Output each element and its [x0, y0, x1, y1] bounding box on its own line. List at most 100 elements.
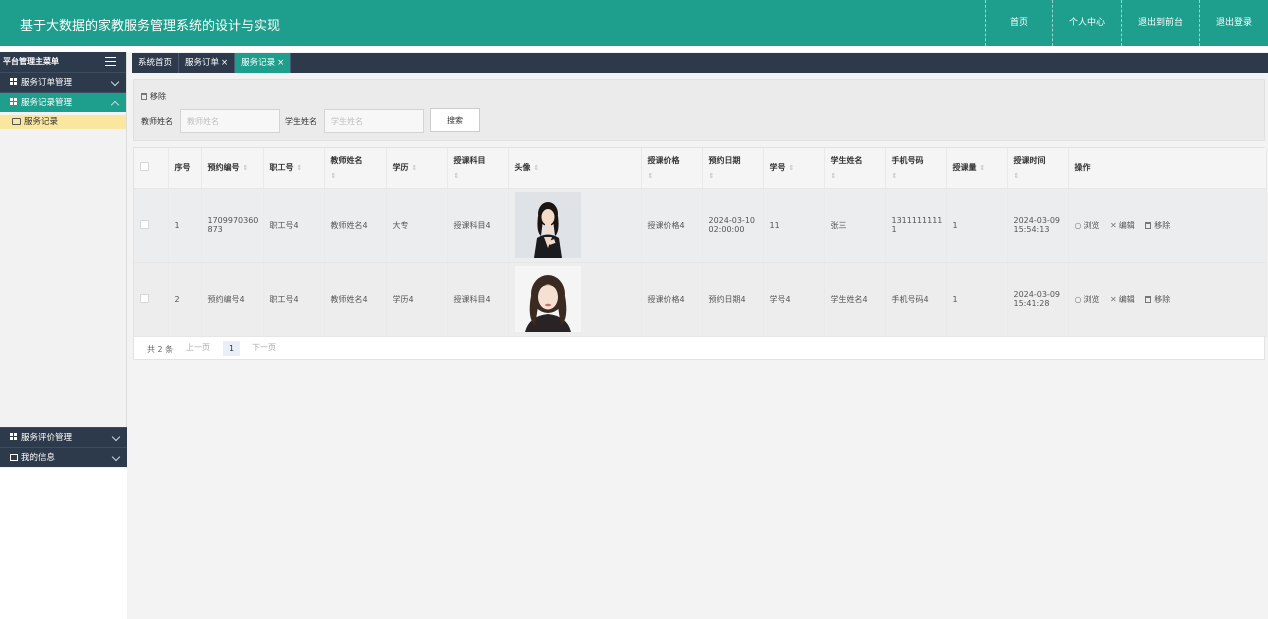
cell-time: 2024-03-09 15:41:28	[1007, 262, 1069, 337]
app-title: 基于大数据的家教服务管理系统的设计与实现	[20, 19, 281, 34]
nav-logout[interactable]: 退出登录	[1198, 0, 1268, 46]
view-button[interactable]: ○ 浏览	[1075, 294, 1100, 305]
cell-student: 学生姓名4	[824, 262, 886, 337]
col-header[interactable]: 授课科目 ⇕	[447, 148, 509, 189]
tab-system-home[interactable]: 系统首页	[132, 53, 180, 73]
sort-icon: ⇕	[830, 172, 837, 181]
edit-icon: ✕	[1110, 294, 1117, 304]
sidebar-item-label: 我的信息	[21, 453, 56, 463]
cell-student-no: 学号4	[763, 262, 825, 337]
row-select-cell	[134, 262, 169, 337]
grid-icon	[10, 98, 18, 106]
sort-icon: ⇕	[533, 164, 540, 173]
sort-icon: ⇕	[242, 164, 249, 173]
remove-button[interactable]: 移除	[1145, 294, 1170, 305]
cell-education: 学历4	[386, 262, 448, 337]
edit-icon: ✕	[1110, 220, 1117, 230]
nav-home[interactable]: 首页	[984, 0, 1052, 46]
cell-index: 1	[168, 188, 202, 263]
folder-icon	[12, 118, 21, 125]
edit-button[interactable]: ✕ 编辑	[1110, 220, 1135, 231]
sort-icon: ⇕	[891, 172, 898, 181]
cell-booking-no: 预约编号4	[201, 262, 264, 337]
col-header[interactable]: 学生姓名 ⇕	[824, 148, 886, 189]
header-divider	[0, 46, 1268, 52]
sort-icon: ⇕	[647, 172, 654, 181]
cell-subject: 授课科目4	[447, 188, 509, 263]
search-icon: ○	[1074, 294, 1082, 304]
cell-teacher: 教师姓名4	[324, 188, 387, 263]
edit-button[interactable]: ✕ 编辑	[1110, 294, 1135, 305]
page-number-button[interactable]: 1	[223, 341, 240, 356]
bulk-remove-button[interactable]: 移除	[141, 91, 166, 102]
sidebar-item-record-management[interactable]: 服务记录管理	[0, 92, 126, 112]
cell-phone: 手机号码4	[885, 262, 947, 337]
next-page-button[interactable]: 下一页	[252, 342, 276, 353]
col-header[interactable]: 授课时间 ⇕	[1007, 148, 1069, 189]
sort-icon: ⇕	[1013, 172, 1020, 181]
cell-time: 2024-03-09 15:54:13	[1007, 188, 1069, 263]
teacher-name-input[interactable]	[180, 109, 280, 133]
row-checkbox[interactable]	[140, 219, 149, 229]
sort-icon: ⇕	[330, 172, 337, 181]
cell-education: 大专	[386, 188, 448, 263]
view-button[interactable]: ○ 浏览	[1075, 220, 1100, 231]
menu-toggle-icon[interactable]	[105, 57, 116, 66]
close-icon[interactable]: ×	[277, 58, 284, 68]
sidebar-item-label: 服务记录管理	[21, 98, 73, 108]
sidebar-bottom-groups: 服务评价管理 我的信息	[0, 427, 127, 467]
sort-icon: ⇕	[453, 172, 460, 181]
pagination-total: 共 2 条	[147, 345, 174, 354]
trash-icon	[141, 93, 147, 100]
tab-service-records[interactable]: 服务记录 ×	[235, 53, 292, 73]
cell-avatar	[508, 188, 642, 263]
cell-staff-no: 职工号4	[263, 188, 325, 263]
col-header[interactable]: 头像 ⇕	[508, 148, 642, 189]
cell-avatar	[508, 262, 642, 337]
records-table: 序号 预约编号 ⇕ 职工号 ⇕ 教师姓名 ⇕ 学历 ⇕ 授课科目 ⇕ 头像 ⇕ 授课价格 ⇕ …	[134, 148, 1267, 337]
sidebar-subitem-records[interactable]: 服务记录	[0, 115, 126, 129]
select-all-checkbox[interactable]	[140, 162, 149, 172]
cell-price: 授课价格4	[641, 262, 703, 337]
table-row: 2 预约编号4 职工号4 教师姓名4 学历4 授课科目4 授课价格4 预约日期4…	[134, 262, 1267, 337]
tab-service-orders[interactable]: 服务订单 ×	[179, 53, 236, 73]
col-header: 序号	[168, 148, 202, 189]
search-button[interactable]: 搜索	[430, 108, 480, 132]
col-header[interactable]: 授课价格 ⇕	[641, 148, 703, 189]
col-header[interactable]: 学历 ⇕	[386, 148, 448, 189]
col-header[interactable]: 教师姓名 ⇕	[324, 148, 387, 189]
cell-price: 授课价格4	[641, 188, 703, 263]
col-header[interactable]: 学号 ⇕	[763, 148, 825, 189]
sort-icon: ⇕	[411, 164, 418, 173]
sidebar-item-order-management[interactable]: 服务订单管理	[0, 72, 126, 92]
remove-button[interactable]: 移除	[1145, 220, 1170, 231]
nav-front[interactable]: 退出到前台	[1120, 0, 1199, 46]
table-row: 1 1709970360873 职工号4 教师姓名4 大专 授课科目4 授课价格…	[134, 188, 1267, 263]
student-name-input[interactable]	[324, 109, 424, 133]
sort-icon: ⇕	[296, 164, 303, 173]
pagination: 共 2 条 上一页 1 下一页	[134, 336, 1266, 360]
sidebar: 平台管理主菜单 服务订单管理 服务记录管理 服务记录 服务评价管理 我的信息	[0, 52, 127, 619]
col-header[interactable]: 授课量 ⇕	[946, 148, 1008, 189]
search-panel: 移除 教师姓名 学生姓名 搜索	[133, 79, 1265, 141]
cell-student: 张三	[824, 188, 886, 263]
sidebar-item-my-info[interactable]: 我的信息	[0, 447, 127, 467]
records-table-container: 序号 预约编号 ⇕ 职工号 ⇕ 教师姓名 ⇕ 学历 ⇕ 授课科目 ⇕ 头像 ⇕ 授课价格 ⇕ …	[133, 147, 1267, 360]
sidebar-item-review-management[interactable]: 服务评价管理	[0, 427, 127, 447]
cell-subject: 授课科目4	[447, 262, 509, 337]
chevron-down-icon	[111, 452, 121, 462]
prev-page-button[interactable]: 上一页	[186, 342, 210, 353]
row-checkbox[interactable]	[140, 293, 149, 303]
col-header[interactable]: 手机号码 ⇕	[885, 148, 947, 189]
sidebar-heading: 平台管理主菜单	[0, 52, 126, 72]
col-header[interactable]: 预约日期 ⇕	[702, 148, 764, 189]
student-name-label: 学生姓名	[285, 117, 317, 126]
col-header[interactable]: 职工号 ⇕	[263, 148, 325, 189]
cell-booking-no: 1709970360873	[201, 188, 264, 263]
col-header[interactable]: 预约编号 ⇕	[201, 148, 264, 189]
grid-icon	[10, 433, 18, 441]
top-header: 基于大数据的家教服务管理系统的设计与实现 首页 个人中心 退出到前台 退出登录	[0, 0, 1268, 46]
trash-icon	[1145, 295, 1152, 303]
close-icon[interactable]: ×	[221, 58, 228, 68]
nav-profile[interactable]: 个人中心	[1051, 0, 1121, 46]
